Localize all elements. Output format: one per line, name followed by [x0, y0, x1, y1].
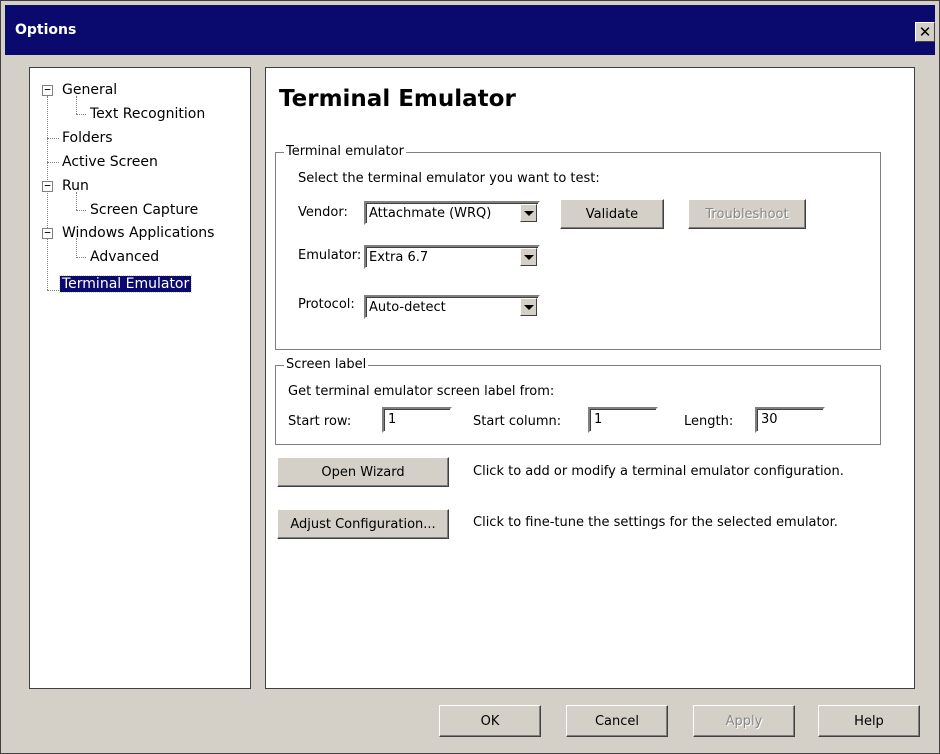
terminal-emulator-group: Terminal emulator Select the terminal em…: [275, 144, 881, 350]
settings-pane: Terminal Emulator Terminal emulator Sele…: [265, 67, 915, 689]
tree-connector: [76, 257, 86, 258]
collapse-icon[interactable]: −: [42, 84, 53, 96]
cancel-button[interactable]: Cancel: [566, 705, 668, 737]
adjust-configuration-description: Click to fine-tune the settings for the …: [473, 515, 838, 530]
open-wizard-button[interactable]: Open Wizard: [277, 457, 449, 487]
adjust-configuration-button[interactable]: Adjust Configuration...: [277, 509, 449, 539]
tree-connector: [76, 192, 77, 210]
vendor-dropdown[interactable]: Attachmate (WRQ): [364, 201, 540, 225]
help-button[interactable]: Help: [818, 705, 920, 737]
collapse-icon[interactable]: −: [42, 227, 53, 239]
troubleshoot-button[interactable]: Troubleshoot: [688, 199, 806, 229]
tree-item-screen-capture[interactable]: Screen Capture: [90, 202, 198, 218]
screen-label-prompt: Get terminal emulator screen label from:: [288, 384, 555, 399]
protocol-dropdown[interactable]: Auto-detect: [364, 295, 540, 319]
group-label: Screen label: [284, 357, 369, 372]
screen-label-group: Screen label Get terminal emulator scree…: [275, 357, 881, 445]
validate-button[interactable]: Validate: [560, 199, 664, 229]
chevron-down-icon[interactable]: [520, 298, 537, 316]
options-dialog: Options ✕ − − − General Text Recognition…: [0, 0, 940, 754]
vendor-value: Attachmate (WRQ): [369, 206, 492, 221]
window-title: Options: [15, 22, 77, 38]
page-title: Terminal Emulator: [279, 86, 516, 112]
collapse-icon[interactable]: −: [42, 180, 53, 192]
tree-item-windows-applications[interactable]: Windows Applications: [62, 225, 214, 241]
open-wizard-description: Click to add or modify a terminal emulat…: [473, 464, 844, 479]
tree-item-terminal-emulator[interactable]: Terminal Emulator: [58, 275, 193, 293]
tree-connector: [76, 114, 86, 115]
tree-connector: [47, 138, 59, 139]
length-label: Length:: [684, 414, 734, 429]
group-label: Terminal emulator: [284, 144, 406, 159]
tree-connector: [47, 96, 48, 290]
tree-item-general[interactable]: General: [62, 82, 117, 98]
emulator-dropdown[interactable]: Extra 6.7: [364, 245, 540, 269]
start-column-label: Start column:: [473, 414, 562, 429]
start-row-input[interactable]: 1: [382, 407, 452, 433]
tree-connector: [47, 290, 59, 291]
tree-item-active-screen[interactable]: Active Screen: [62, 154, 158, 170]
ok-button[interactable]: OK: [439, 705, 541, 737]
close-icon: ✕: [918, 22, 932, 41]
chevron-down-icon[interactable]: [520, 248, 537, 266]
tree-item-folders[interactable]: Folders: [62, 130, 113, 146]
chevron-down-icon[interactable]: [520, 204, 537, 222]
tree-connector: [47, 162, 59, 163]
emulator-value: Extra 6.7: [369, 250, 429, 265]
tree-item-run[interactable]: Run: [62, 178, 89, 194]
options-tree[interactable]: − − − General Text Recognition Folders A…: [29, 67, 251, 689]
tree-item-text-recognition[interactable]: Text Recognition: [90, 106, 205, 122]
tree-connector: [76, 96, 77, 114]
close-button[interactable]: ✕: [915, 22, 935, 42]
title-bar[interactable]: Options ✕: [5, 5, 935, 55]
protocol-value: Auto-detect: [369, 300, 446, 315]
vendor-label: Vendor:: [298, 205, 348, 220]
protocol-label: Protocol:: [298, 297, 355, 312]
length-input[interactable]: 30: [755, 407, 825, 433]
tree-connector: [76, 210, 86, 211]
tree-item-advanced[interactable]: Advanced: [90, 249, 159, 265]
start-row-label: Start row:: [288, 414, 352, 429]
emulator-label: Emulator:: [298, 248, 362, 263]
apply-button[interactable]: Apply: [693, 705, 795, 737]
vendor-prompt: Select the terminal emulator you want to…: [298, 171, 600, 186]
start-column-input[interactable]: 1: [588, 407, 658, 433]
